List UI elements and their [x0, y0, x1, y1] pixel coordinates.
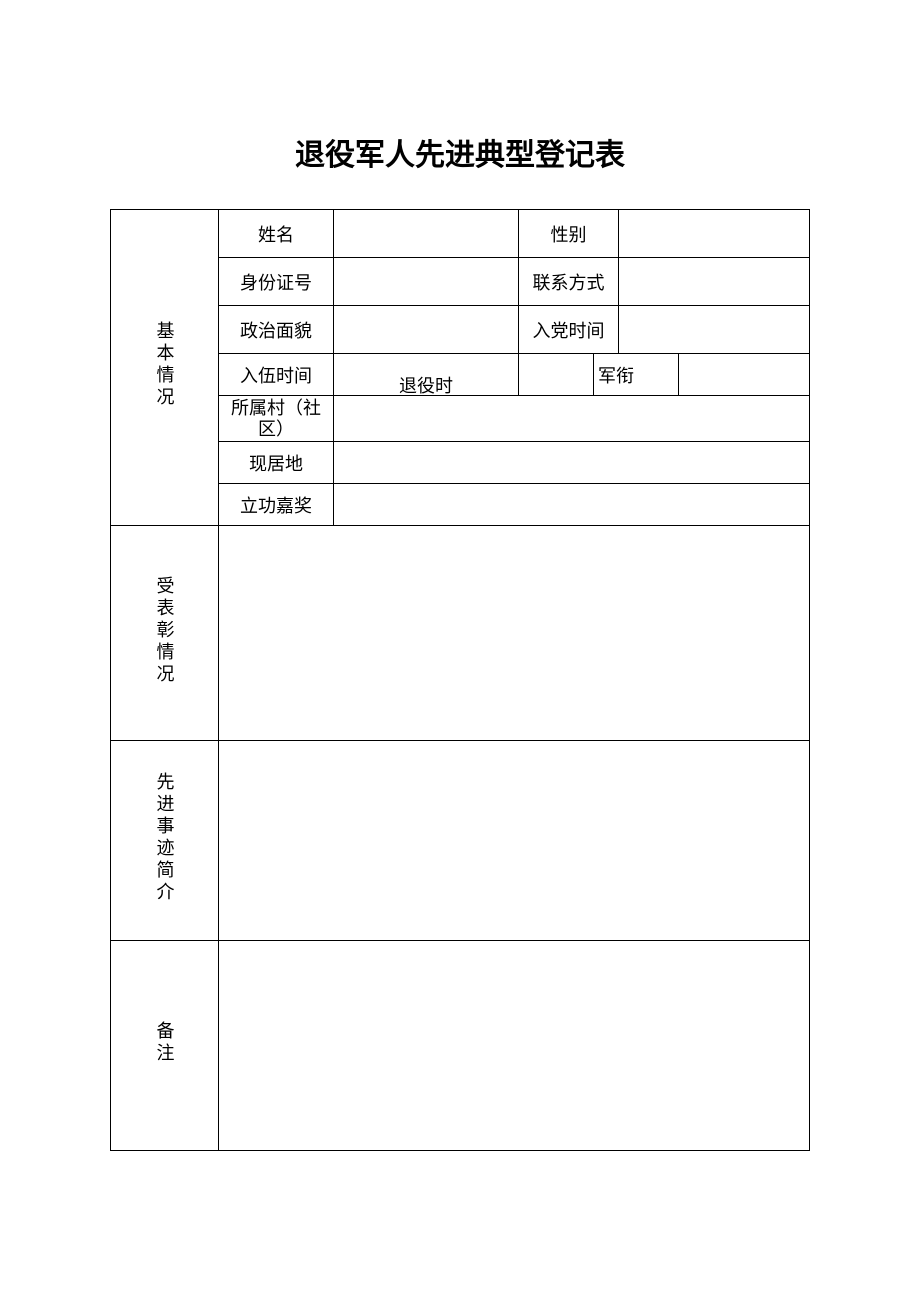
label-political-status: 政治面貌: [219, 306, 334, 354]
value-gender: [619, 210, 810, 258]
value-merit: [334, 484, 810, 526]
label-name: 姓名: [219, 210, 334, 258]
section-commendation: 受表彰情况: [111, 526, 219, 741]
value-discharge-date: [519, 354, 594, 396]
label-party-join-date: 入党时间: [519, 306, 619, 354]
label-residence: 现居地: [219, 442, 334, 484]
section-remarks: 备注: [111, 941, 219, 1151]
label-merit: 立功嘉奖: [219, 484, 334, 526]
value-village: [334, 396, 810, 442]
label-village: 所属村（社区）: [219, 396, 334, 442]
value-name: [334, 210, 519, 258]
label-enlist-date: 入伍时间: [219, 354, 334, 396]
value-residence: [334, 442, 810, 484]
label-contact: 联系方式: [519, 258, 619, 306]
value-rank: [679, 354, 810, 396]
label-rank: 军衔: [594, 354, 679, 396]
value-commendation: [219, 526, 810, 741]
label-discharge-date: 退役时 间: [334, 354, 519, 396]
value-id-number: [334, 258, 519, 306]
value-remarks: [219, 941, 810, 1151]
value-party-join-date: [619, 306, 810, 354]
value-contact: [619, 258, 810, 306]
section-deeds: 先进事迹简介: [111, 741, 219, 941]
page-title: 退役军人先进典型登记表: [110, 130, 810, 174]
value-deeds: [219, 741, 810, 941]
section-basic-info: 基本情况: [111, 210, 219, 526]
label-id-number: 身份证号: [219, 258, 334, 306]
label-gender: 性别: [519, 210, 619, 258]
form-table: 基本情况 姓名 性别 身份证号 联系方式 政治面貌 入党时间 入伍时间: [110, 209, 810, 1151]
value-political-status: [334, 306, 519, 354]
